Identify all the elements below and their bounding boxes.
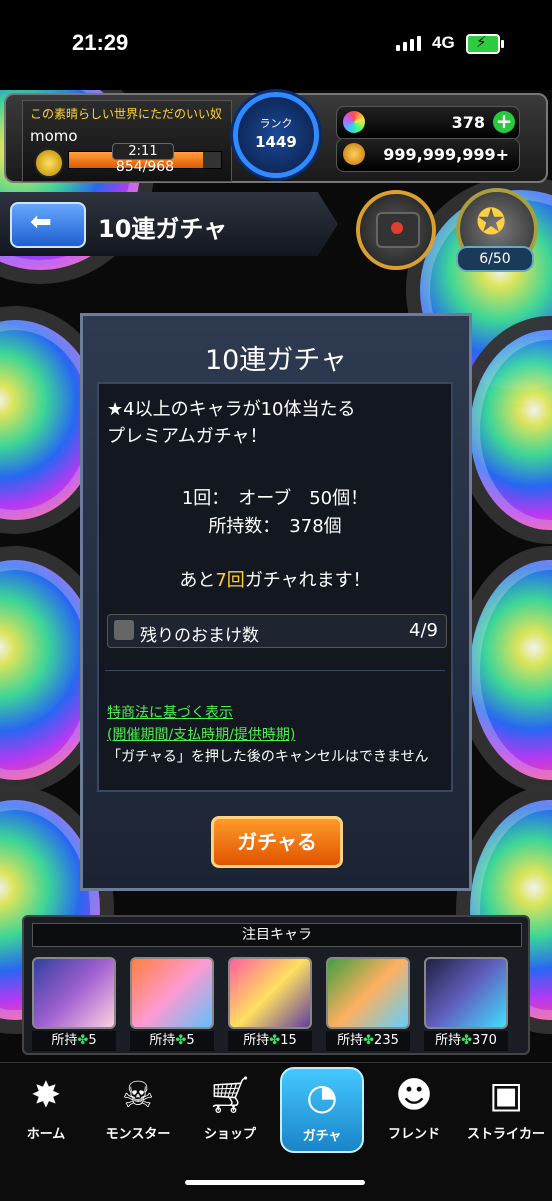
remaining-prefix: あと	[179, 570, 216, 591]
monster-icon: ☠	[121, 1075, 155, 1116]
rank-label: ランク	[259, 117, 293, 130]
home-indicator	[185, 1180, 365, 1185]
stamina-icon	[34, 148, 64, 178]
owned-count: 所持✤370	[424, 1031, 508, 1051]
gacha-egg-icon: ◔	[306, 1077, 338, 1118]
owned-count: 所持✤15	[228, 1031, 312, 1051]
home-icon: ✸	[30, 1075, 62, 1116]
featured-card[interactable]: 所持✤15	[228, 957, 312, 1051]
bag-icon	[376, 212, 420, 248]
character-portrait	[130, 957, 214, 1029]
bag-small-icon	[114, 620, 134, 640]
back-arrow-icon: ⬅	[30, 207, 52, 237]
rank-value: 1449	[255, 133, 297, 151]
character-portrait	[326, 957, 410, 1029]
stamina-timer: 2:11	[112, 143, 174, 160]
tab-shop-label: ショップ	[203, 1127, 256, 1142]
tab-striker[interactable]: ▣ ストライカー	[460, 1067, 552, 1153]
remaining-count: 7回	[215, 570, 245, 591]
tab-home-label: ホーム	[26, 1127, 66, 1142]
character-portrait	[228, 957, 312, 1029]
featured-card[interactable]: 所持✤370	[424, 957, 508, 1051]
player-name: momo	[30, 127, 78, 145]
description-line-1: ★4以上のキャラが10体当たる	[107, 399, 356, 420]
featured-title: 注目キャラ	[32, 923, 522, 947]
orb-counter: 378 +	[336, 106, 520, 140]
player-title: この素晴らしい世界にただのいい奴	[30, 107, 223, 121]
badge-count: 6/50	[456, 246, 534, 272]
dialog-title: 10連ガチャ	[204, 345, 348, 376]
gacha-dialog: 10連ガチャ ★4以上のキャラが10体当たる プレミアムガチャ！ 1回： オーブ…	[80, 313, 472, 891]
tab-gacha[interactable]: ◔ ガチャ	[280, 1067, 364, 1153]
coin-count: 999,999,999+	[383, 145, 509, 164]
shop-cart-icon: 🛒︎	[207, 1075, 253, 1116]
bag-button[interactable]	[356, 190, 436, 270]
tab-striker-label: ストライカー	[466, 1127, 545, 1142]
orb-count: 378	[451, 113, 485, 132]
coin-icon	[343, 143, 365, 165]
owned-count: 所持✤5	[130, 1031, 214, 1051]
cancel-note: 「ガチャる」を押した後のキャンセルはできません	[107, 749, 429, 765]
tab-friend[interactable]: ☻ フレンド	[368, 1067, 460, 1153]
owned-count: 所持✤5	[32, 1031, 116, 1051]
character-portrait	[32, 957, 116, 1029]
dialog-body: ★4以上のキャラが10体当たる プレミアムガチャ！ 1回： オーブ 50個！ 所…	[97, 382, 453, 792]
bonus-label: 残りのおまけ数	[140, 626, 259, 646]
rank-badge[interactable]: ランク 1449	[233, 92, 319, 178]
featured-characters: 注目キャラ 所持✤5 所持✤5 所持✤15 所持✤235 所持✤370	[22, 915, 530, 1055]
battery-icon: ⚡	[466, 33, 504, 54]
description-line-2: プレミアムガチャ！	[107, 426, 268, 447]
tab-home[interactable]: ✸ ホーム	[0, 1067, 92, 1153]
cost-line: 1回： オーブ 50個！	[181, 488, 369, 509]
star-badge-icon: ✪	[476, 202, 507, 243]
signal-icon	[396, 36, 421, 51]
status-time: 21:29	[72, 30, 129, 55]
legal-link[interactable]: 特商法に基づく表示	[107, 702, 233, 722]
remaining-line: あと7回ガチャれます！	[99, 566, 451, 592]
remaining-suffix: ガチャれます！	[244, 570, 371, 591]
tab-monster-label: モンスター	[105, 1127, 171, 1142]
tab-monster[interactable]: ☠ モンスター	[92, 1067, 184, 1153]
striker-card-icon: ▣	[488, 1075, 523, 1116]
gacha-description: ★4以上のキャラが10体当たる プレミアムガチャ！	[107, 396, 447, 450]
owned-count: 所持✤235	[326, 1031, 410, 1051]
page-title: 10連ガチャ	[98, 215, 228, 243]
network-type: 4G	[432, 33, 455, 52]
divider	[105, 670, 445, 671]
back-button[interactable]: ⬅	[10, 202, 86, 248]
featured-card[interactable]: 所持✤5	[130, 957, 214, 1051]
legal-period-link[interactable]: (開催期間/支払時期/提供時期)	[107, 724, 295, 744]
status-bar: 21:29 4G ⚡	[0, 0, 552, 90]
bonus-row: 残りのおまけ数 4/9	[107, 614, 447, 648]
coin-counter: 999,999,999+	[336, 138, 520, 172]
tab-shop[interactable]: 🛒︎ ショップ	[184, 1067, 276, 1153]
featured-card[interactable]: 所持✤5	[32, 957, 116, 1051]
gacha-button[interactable]: ガチャる	[211, 816, 343, 868]
bonus-value: 4/9	[409, 620, 438, 641]
featured-card[interactable]: 所持✤235	[326, 957, 410, 1051]
orb-icon	[343, 111, 365, 133]
stamina-value: 854/968	[115, 159, 175, 175]
tab-gacha-label: ガチャ	[302, 1129, 342, 1144]
owned-line: 所持数： 378個	[208, 516, 342, 537]
add-orbs-button[interactable]: +	[493, 111, 515, 133]
background-orb	[470, 560, 552, 780]
tab-friend-label: フレンド	[387, 1127, 440, 1142]
character-portrait	[424, 957, 508, 1029]
friend-icon: ☻	[395, 1075, 433, 1116]
